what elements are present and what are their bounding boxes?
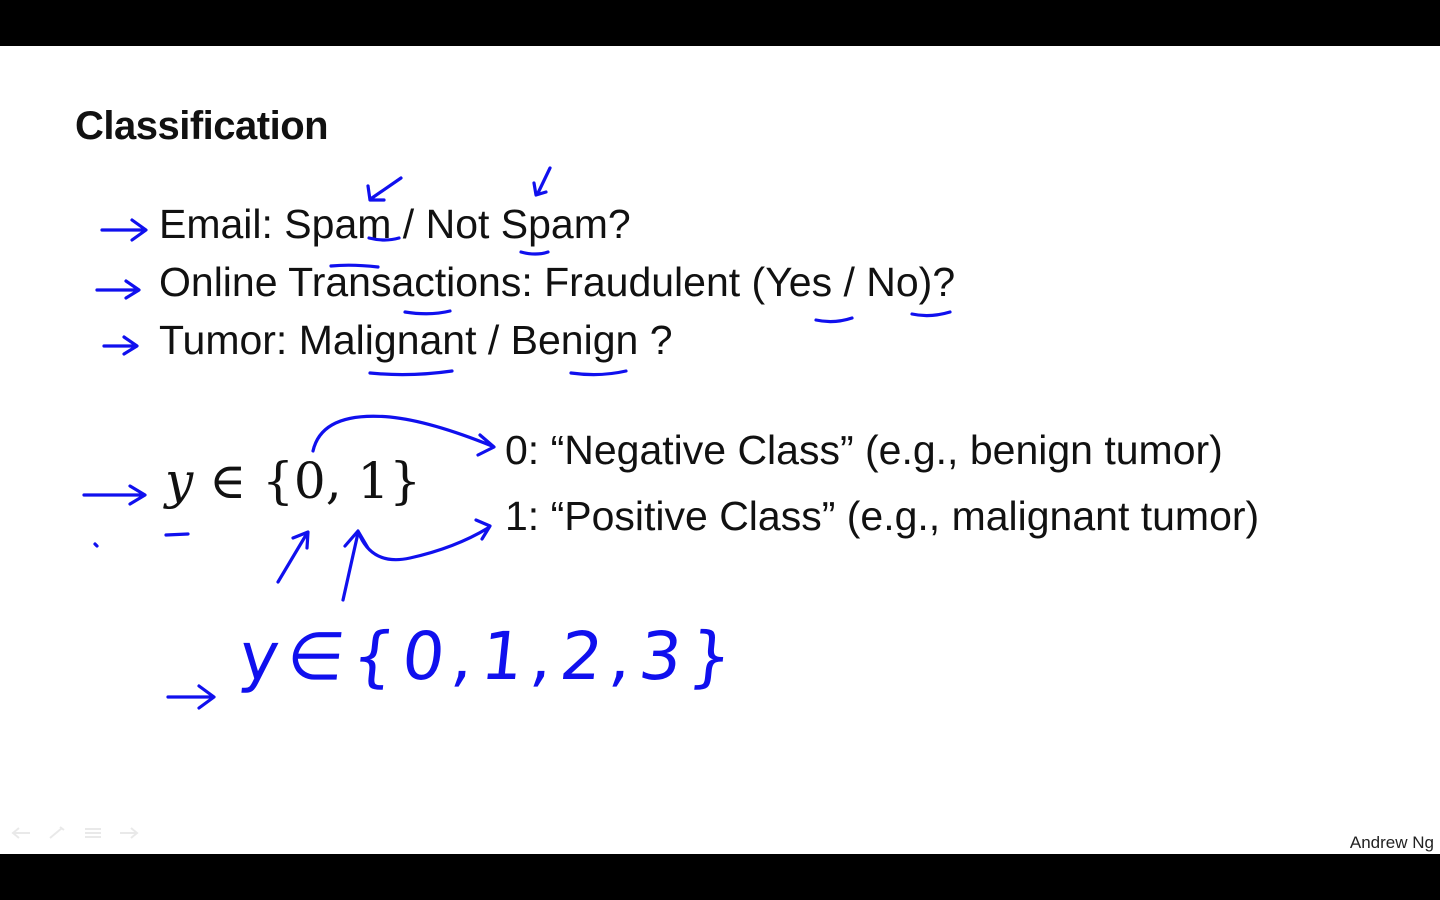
video-viewer: Classification Email: Spam / Not Spam? O… bbox=[0, 0, 1440, 900]
arrow-up-icon bbox=[276, 530, 310, 584]
menu-icon[interactable] bbox=[82, 826, 104, 840]
forward-icon[interactable] bbox=[118, 826, 140, 840]
arrow-right-icon bbox=[166, 684, 216, 710]
bullet-arrow-icon bbox=[102, 335, 139, 356]
player-controls bbox=[10, 826, 140, 840]
back-icon[interactable] bbox=[10, 826, 32, 840]
tick-mark-icon bbox=[366, 176, 403, 202]
arrow-right-icon bbox=[82, 484, 147, 506]
ink-annotations bbox=[82, 166, 952, 710]
underline-strokes bbox=[164, 236, 952, 537]
author-credit: Andrew Ng bbox=[1349, 833, 1434, 852]
slide: Classification Email: Spam / Not Spam? O… bbox=[0, 46, 1440, 854]
bullet-arrow-icon bbox=[95, 279, 141, 300]
curved-arrow-icon bbox=[358, 518, 492, 562]
ink-dot bbox=[93, 542, 99, 548]
arrow-up-icon bbox=[341, 529, 370, 602]
bullet-arrow-icon bbox=[100, 218, 148, 242]
tick-mark-icon bbox=[532, 166, 552, 197]
curved-arrow-icon bbox=[311, 414, 496, 457]
pen-icon[interactable] bbox=[46, 826, 68, 840]
